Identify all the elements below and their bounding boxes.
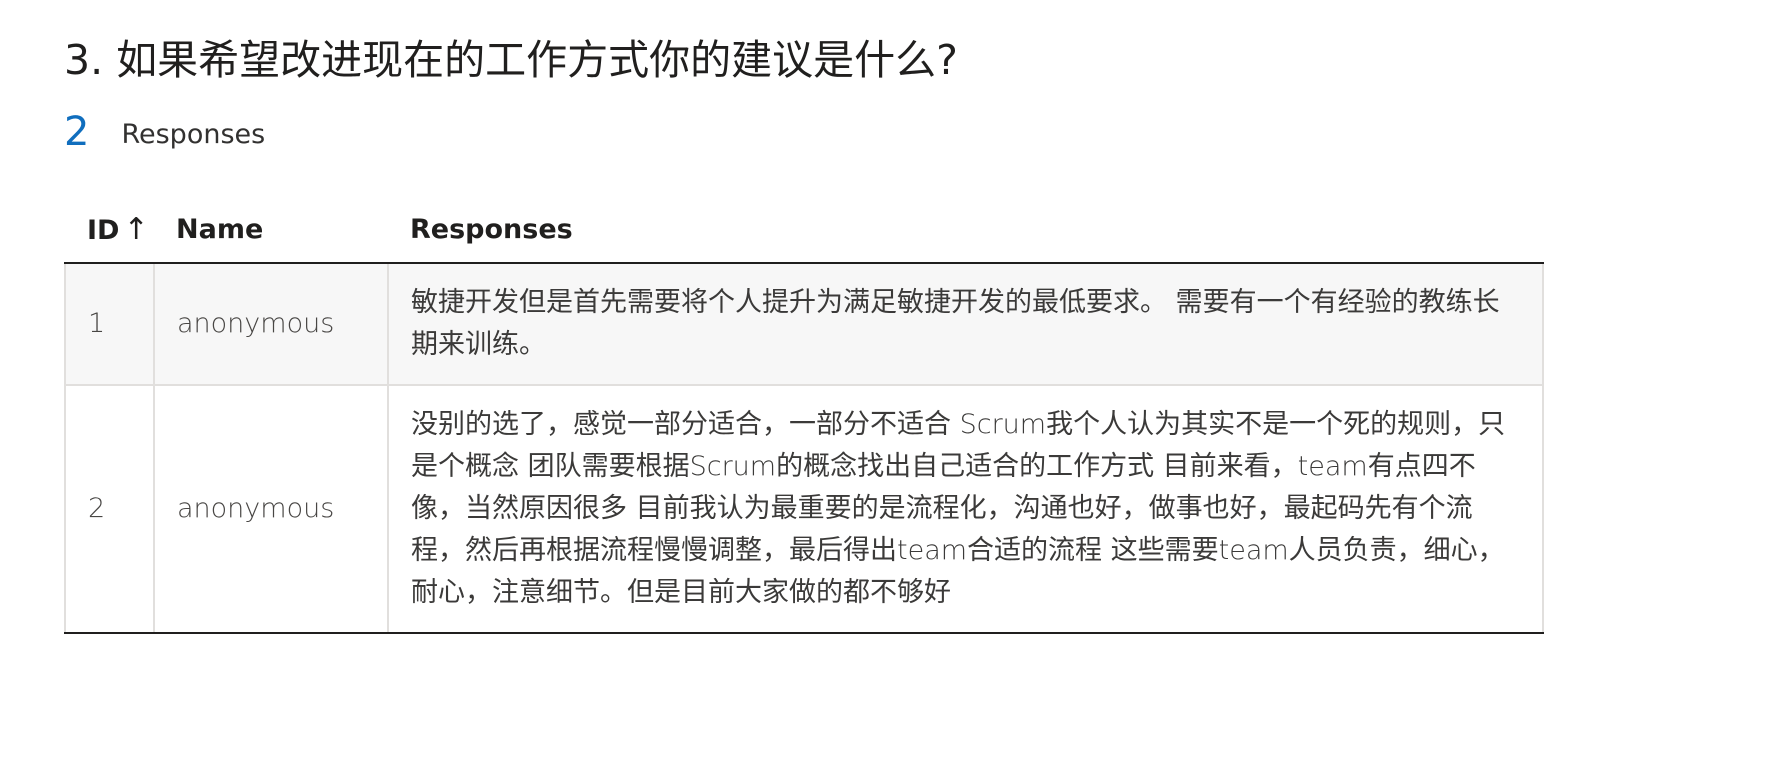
response-summary: 2 Responses [64,108,1542,156]
column-header-responses[interactable]: Responses [388,196,1543,264]
table-row[interactable]: 1 anonymous 敏捷开发但是首先需要将个人提升为满足敏捷开发的最低要求。… [64,263,1544,386]
column-header-name-label: Name [176,213,264,245]
response-count: 2 [64,109,90,155]
column-header-name[interactable]: Name [154,196,388,264]
column-header-id[interactable]: ID ↑ [65,196,154,264]
column-header-responses-label: Responses [410,213,573,245]
responses-table: ID ↑ Name Responses 1 anonymous 敏捷开发但是首先需… [64,196,1544,634]
cell-response: 没别的选了，感觉一部分适合，一部分不适合 Scrum我个人认为其实不是一个死的规… [387,385,1544,634]
cell-id: 1 [64,263,155,386]
cell-response: 敏捷开发但是首先需要将个人提升为满足敏捷开发的最低要求。 需要有一个有经验的教练… [387,263,1544,386]
cell-id: 2 [64,385,155,634]
column-header-id-label: ID [87,214,120,246]
sort-ascending-icon[interactable]: ↑ [123,212,148,247]
cell-name: anonymous [153,385,389,634]
cell-name: anonymous [153,263,389,386]
response-count-label: Responses [121,118,266,150]
question-summary-page: 3. 如果希望改进现在的工作方式你的建议是什么? 2 Responses ID ↑… [64,0,1544,634]
table-row[interactable]: 2 anonymous 没别的选了，感觉一部分适合，一部分不适合 Scrum我个… [64,385,1544,634]
question-title: 3. 如果希望改进现在的工作方式你的建议是什么? [64,36,958,84]
table-header-row: ID ↑ Name Responses [65,196,1543,264]
